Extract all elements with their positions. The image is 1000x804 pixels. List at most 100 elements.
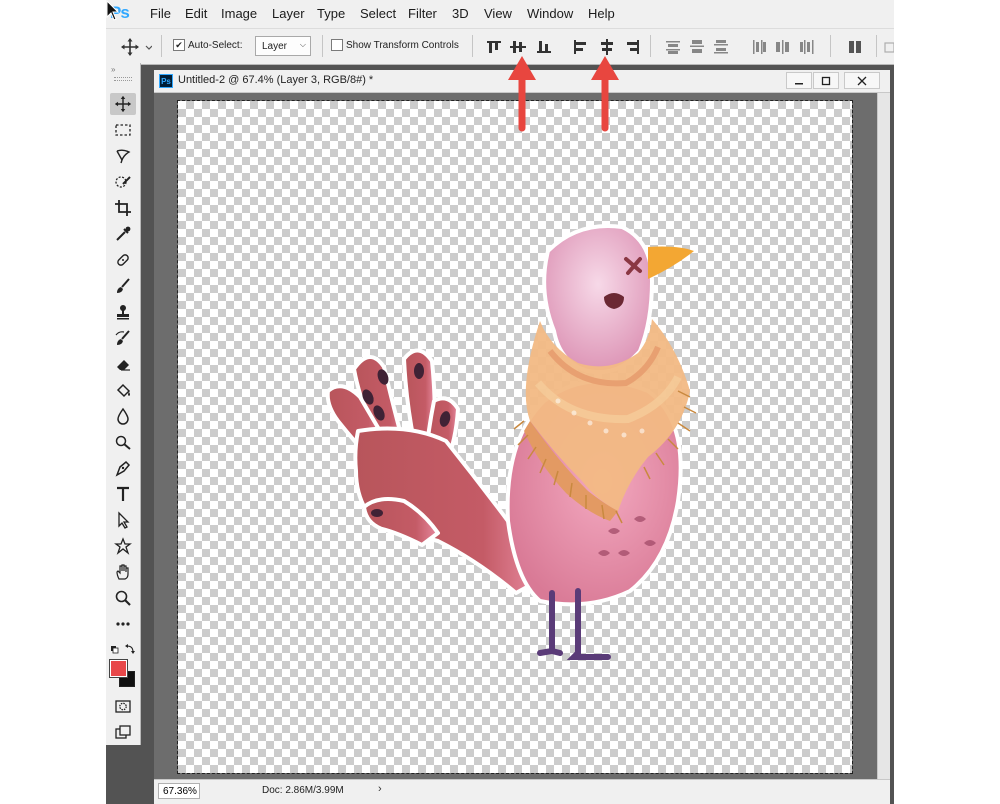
move-tool[interactable] [110,93,136,115]
close-button[interactable] [844,72,880,89]
distribute-top-icon [666,41,680,54]
3d-mode-button[interactable] [882,37,894,57]
quick-select-icon [115,176,131,188]
menu-help[interactable]: Help [588,6,615,21]
screen-mode-icon [115,725,131,739]
history-brush-icon [115,330,130,345]
path-selection-tool[interactable] [110,509,136,531]
align-bottom-icon [537,41,551,53]
pen-tool[interactable] [110,457,136,479]
canvas[interactable] [178,101,852,773]
align-horizontal-centers-button[interactable] [597,37,617,57]
foreground-color-fill [111,661,126,676]
align-top-icon [487,41,501,53]
auto-select-label: Auto-Select: [188,40,243,51]
move-tool-preset-picker[interactable] [120,37,153,57]
menu-window[interactable]: Window [527,6,573,21]
hand-tool[interactable] [110,561,136,583]
distribute-horizontal-center-icon [776,40,789,54]
distribute-left-icon [753,40,766,54]
auto-select-checkbox[interactable]: ✔ [173,39,185,51]
options-separator [830,35,831,57]
document-tab[interactable]: Ps Untitled-2 @ 67.4% (Layer 3, RGB/8#) … [154,70,890,93]
paint-bucket-tool[interactable] [110,379,136,401]
auto-align-layers-button[interactable] [845,37,865,57]
canvas-area[interactable] [154,93,877,779]
distribute-right-edges-button[interactable] [797,37,817,57]
pen-icon [115,460,131,477]
align-left-edges-button[interactable] [571,37,591,57]
menu-file[interactable]: File [150,6,171,21]
distribute-horizontal-centers-button[interactable] [773,37,793,57]
distribute-bottom-icon [714,40,728,54]
bandage-icon [117,254,129,266]
crop-tool[interactable] [110,197,136,219]
foreground-color-swatch[interactable] [109,659,128,678]
stamp-icon [117,305,129,320]
quick-mask-button[interactable] [110,695,136,717]
show-transform-controls-checkbox[interactable] [331,39,343,51]
screen-mode-button[interactable] [110,721,136,743]
crop-icon [115,200,131,216]
panel-grip[interactable] [114,77,132,81]
distribute-bottom-edges-button[interactable] [711,37,731,57]
align-top-edges-button[interactable] [484,37,504,57]
minimize-icon [795,82,803,84]
options-separator [650,35,651,57]
distribute-vertical-centers-button[interactable] [687,37,707,57]
magnifier-icon [115,590,131,606]
menu-3d[interactable]: 3D [452,6,469,21]
options-bar: ✔ Auto-Select: Layer ⌵ Show Transform Co… [106,28,894,65]
menu-select[interactable]: Select [360,6,396,21]
zoom-level-value: 67.36% [163,786,197,797]
minimize-button[interactable] [786,72,812,89]
options-separator [472,35,473,57]
maximize-icon [821,76,831,85]
history-brush-tool[interactable] [110,327,136,349]
zoom-tool[interactable] [110,587,136,609]
status-menu-arrow-icon[interactable]: › [378,783,382,795]
ellipsis-icon [116,622,130,626]
quick-select-tool[interactable] [110,171,136,193]
type-tool[interactable] [110,483,136,505]
maximize-button[interactable] [813,72,839,89]
align-vertical-centers-button[interactable] [508,37,528,57]
align-bottom-edges-button[interactable] [534,37,554,57]
status-bar: 67.36% Doc: 2.86M/3.99M › [154,779,890,804]
collapse-panel-icon[interactable]: » [111,65,116,74]
menu-layer[interactable]: Layer [272,6,305,21]
menu-view[interactable]: View [484,6,512,21]
brush-icon [117,278,130,293]
zoom-level-field[interactable]: 67.36% [158,783,200,799]
watercolor-bird-artwork [325,224,697,660]
custom-shape-tool[interactable] [110,535,136,557]
eyedropper-tool[interactable] [110,223,136,245]
menu-image[interactable]: Image [221,6,257,21]
auto-select-target-dropdown[interactable]: Layer ⌵ [255,36,311,56]
show-transform-controls-label: Show Transform Controls [346,40,459,51]
default-colors-button[interactable] [110,643,136,655]
marquee-icon [115,124,131,136]
photoshop-window: Ps File Edit Image Layer Type Select Fil… [106,0,894,804]
auto-select-target-value: Layer [262,41,288,52]
blur-tool[interactable] [110,405,136,427]
vertical-scrollbar[interactable] [877,93,890,779]
dodge-tool[interactable] [110,431,136,453]
menu-edit[interactable]: Edit [185,6,207,21]
align-right-icon [627,40,639,54]
healing-brush-tool[interactable] [110,249,136,271]
custom-shape-icon [114,537,132,555]
distribute-top-edges-button[interactable] [663,37,683,57]
lasso-tool[interactable] [110,145,136,167]
menu-filter[interactable]: Filter [408,6,437,21]
brush-tool[interactable] [110,275,136,297]
more-tools-button[interactable] [110,613,136,635]
marquee-tool[interactable] [110,119,136,141]
eraser-tool[interactable] [110,353,136,375]
align-right-edges-button[interactable] [622,37,642,57]
distribute-left-edges-button[interactable] [749,37,769,57]
menu-type[interactable]: Type [317,6,345,21]
options-separator [876,35,877,57]
dodge-icon [115,435,131,450]
clone-stamp-tool[interactable] [110,301,136,323]
